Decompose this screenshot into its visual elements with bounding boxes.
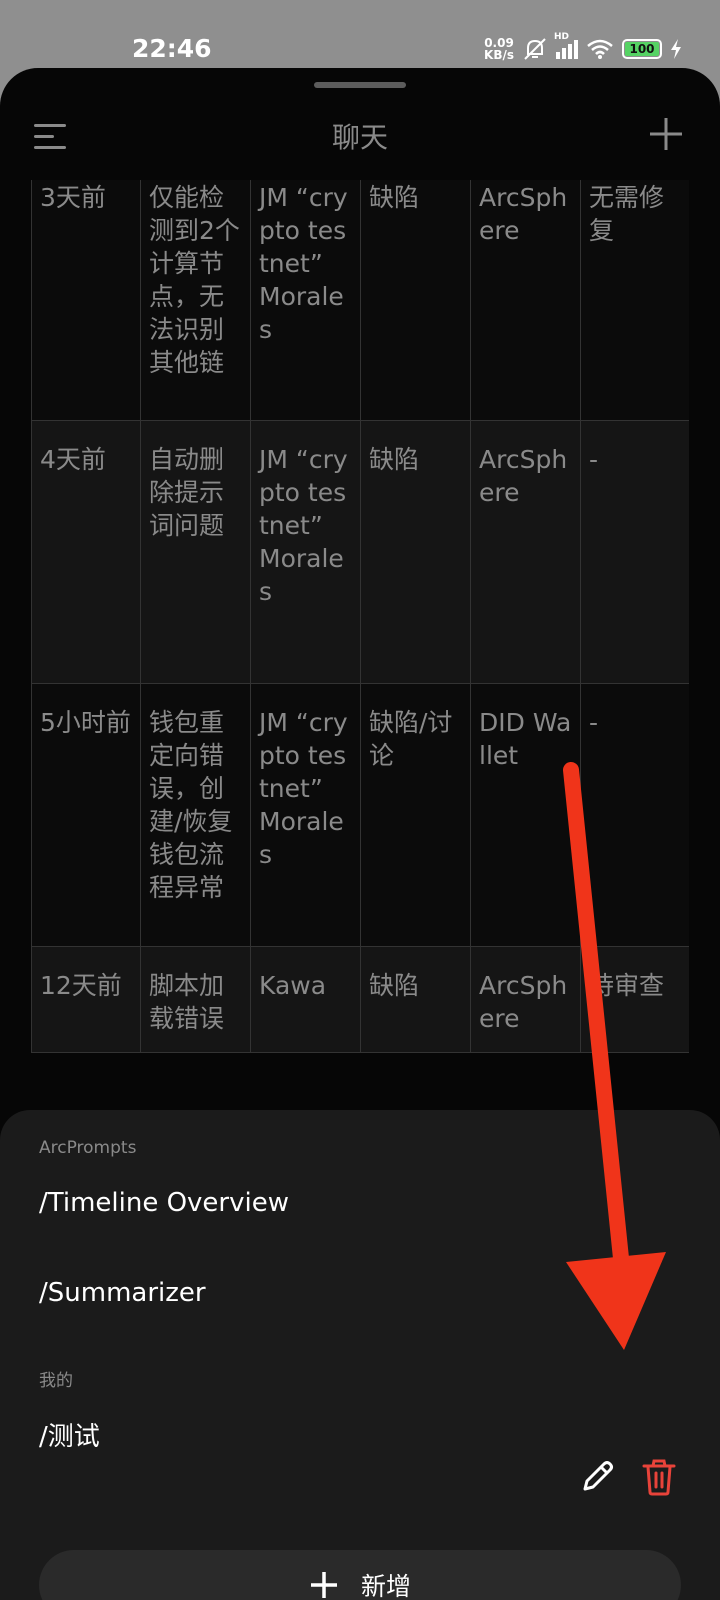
table-cell: 5小时前	[31, 683, 141, 947]
table-cell: 缺陷	[360, 420, 471, 684]
table-cell: DID Wallet	[470, 683, 581, 947]
table-cell: 3天前	[31, 180, 141, 421]
table-cell: 缺陷	[360, 180, 471, 421]
header: 聊天	[0, 98, 720, 178]
add-prompt-button[interactable]: 新增	[39, 1550, 681, 1600]
table-cell: 自动删除提示词问题	[140, 420, 251, 684]
drag-handle[interactable]	[314, 82, 406, 88]
table-cell: JM “crypto testnet” Morales	[250, 683, 361, 947]
prompt-item-timeline-overview[interactable]: /Timeline Overview	[39, 1188, 289, 1218]
table-cell: JM “crypto testnet” Morales	[250, 180, 361, 421]
section-label-mine: 我的	[39, 1371, 73, 1391]
prompt-item-test[interactable]: /测试	[39, 1416, 100, 1453]
net-speed-unit: KB/s	[484, 48, 514, 62]
status-time: 22:46	[132, 34, 212, 63]
table-cell: 缺陷	[360, 946, 471, 1053]
wifi-icon	[587, 39, 613, 59]
table-cell: 脚本加载错误	[140, 946, 251, 1053]
net-speed: 0.09 KB/s	[484, 37, 514, 61]
table-cell: 仅能检测到2个计算节点，无法识别其他链	[140, 180, 251, 421]
table-cell: 12天前	[31, 946, 141, 1053]
table-cell: JM “crypto testnet” Morales	[250, 420, 361, 684]
plus-icon[interactable]	[648, 116, 684, 152]
table-cell: 无需修复	[580, 180, 689, 421]
table-row: 12天前 脚本加载错误 Kawa 缺陷 ArcSphere 待审查	[31, 946, 689, 1053]
add-prompt-label: 新增	[360, 1572, 411, 1600]
battery-icon: 100	[622, 39, 662, 59]
hd-label: HD	[554, 31, 570, 42]
chat-sheet: 聊天 3天前 仅能检测到2个计算节点，无法识别其他链 JM “crypto te…	[0, 68, 720, 1600]
page-title: 聊天	[331, 121, 388, 154]
table-cell: -	[580, 420, 689, 684]
plus-icon	[310, 1572, 337, 1598]
pencil-icon[interactable]	[580, 1458, 616, 1494]
table-cell: ArcSphere	[470, 946, 581, 1053]
table-row: 4天前 自动删除提示词问题 JM “crypto testnet” Morale…	[31, 420, 689, 684]
table-cell: 待审查	[580, 946, 689, 1053]
table-cell: ArcSphere	[470, 420, 581, 684]
mute-bell-icon	[524, 38, 546, 60]
table-cell: Kawa	[250, 946, 361, 1053]
section-label-arcprompts: ArcPrompts	[39, 1138, 137, 1158]
issue-table: 3天前 仅能检测到2个计算节点，无法识别其他链 JM “crypto testn…	[31, 180, 689, 1135]
table-cell: 钱包重定向错误，创建/恢复钱包流程异常	[140, 683, 251, 947]
status-bar: 22:46 0.09 KB/s HD 100	[0, 0, 720, 68]
trash-icon[interactable]	[641, 1458, 677, 1496]
table-row: 5小时前 钱包重定向错误，创建/恢复钱包流程异常 JM “crypto test…	[31, 683, 689, 947]
battery-level: 100	[625, 42, 659, 56]
table-cell: 缺陷/讨论	[360, 683, 471, 947]
cellular-signal-icon: HD	[554, 32, 578, 59]
table-cell: ArcSphere	[470, 180, 581, 421]
prompt-picker-panel: ArcPrompts /Timeline Overview /Summarize…	[0, 1110, 720, 1600]
prompt-item-summarizer[interactable]: /Summarizer	[39, 1278, 206, 1308]
charging-icon	[671, 39, 681, 59]
table-cell: 4天前	[31, 420, 141, 684]
table-cell: -	[580, 683, 689, 947]
status-icons: 0.09 KB/s HD 100	[484, 32, 682, 62]
table-row: 3天前 仅能检测到2个计算节点，无法识别其他链 JM “crypto testn…	[31, 180, 689, 421]
